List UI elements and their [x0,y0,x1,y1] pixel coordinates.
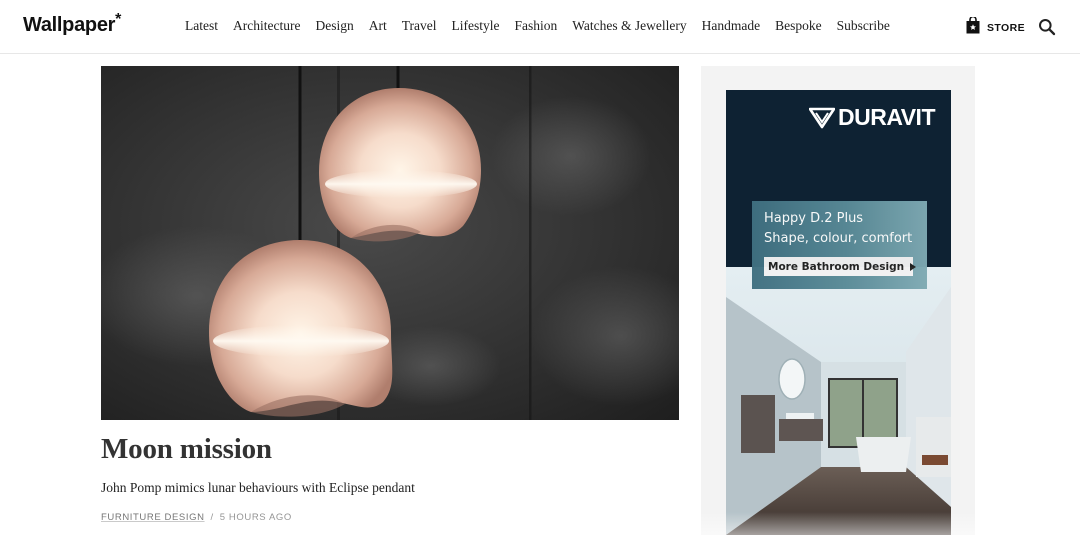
ad-cta-label: More Bathroom Design [768,260,905,273]
category-link[interactable]: FURNITURE DESIGN [101,512,205,523]
store-label: STORE [987,22,1025,34]
nav-art[interactable]: Art [369,18,387,34]
main-nav: Latest Architecture Design Art Travel Li… [185,18,890,34]
shopping-bag-icon [966,15,980,39]
meta-separator: / [210,512,214,523]
nav-architecture[interactable]: Architecture [233,18,300,34]
site-header: Wallpaper* Latest Architecture Design Ar… [0,0,1080,54]
article-meta: FURNITURE DESIGN / 5 HOURS AGO [101,512,292,523]
nav-design[interactable]: Design [315,18,353,34]
duravit-ad[interactable]: DURAVIT Happy D.2 Plus Shape, colour, co… [726,90,951,535]
logo-text: Wallpaper [23,14,116,36]
nav-watches-jewellery[interactable]: Watches & Jewellery [572,18,686,34]
ad-subheadline: Shape, colour, comfort [764,231,913,246]
wallpaper-logo[interactable]: Wallpaper* [23,11,122,37]
article-timestamp: 5 HOURS AGO [219,512,292,523]
search-icon[interactable] [1038,18,1056,36]
bathroom-photo [726,267,951,535]
ad-headline: Happy D.2 Plus [764,211,864,226]
nav-lifestyle[interactable]: Lifestyle [451,18,499,34]
pendant-lamps-photo[interactable] [101,66,679,420]
article-standfirst: John Pomp mimics lunar behaviours with E… [101,480,415,495]
nav-handmade[interactable]: Handmade [702,18,760,34]
nav-bespoke[interactable]: Bespoke [775,18,822,34]
store-link[interactable]: STORE [966,15,1025,39]
hero-illustration [101,66,679,420]
more-bathroom-design-button[interactable]: More Bathroom Design [764,257,917,276]
play-arrow-icon [910,262,917,271]
duravit-mark-icon [808,107,835,128]
nav-fashion[interactable]: Fashion [514,18,557,34]
nav-subscribe[interactable]: Subscribe [837,18,890,34]
ad-brand: DURAVIT [837,104,936,130]
duravit-logo: DURAVIT [808,104,936,131]
nav-latest[interactable]: Latest [185,18,218,34]
ad-message-panel: Happy D.2 Plus Shape, colour, comfort Mo… [752,201,927,289]
nav-travel[interactable]: Travel [402,18,437,34]
article-title[interactable]: Moon mission [101,433,272,466]
logo-asterisk: * [115,11,122,28]
